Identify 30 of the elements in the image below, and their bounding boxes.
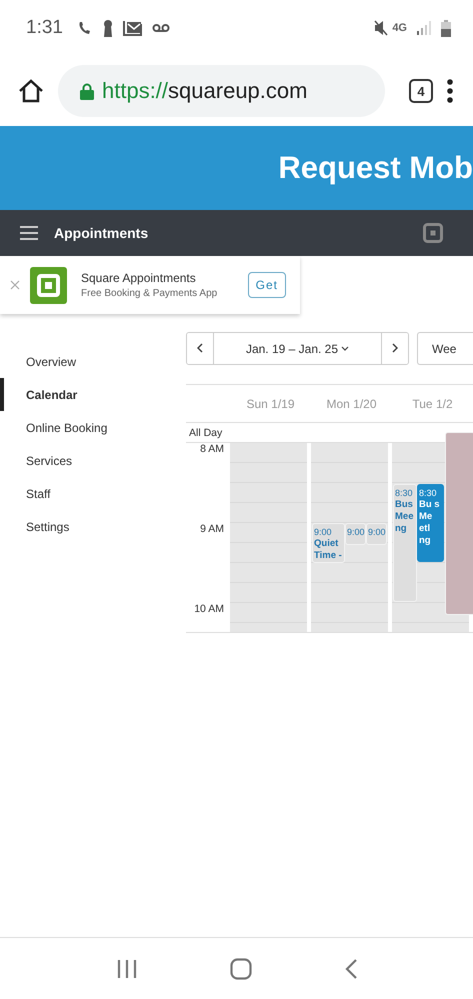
calendar-event[interactable]: 9:00: [345, 523, 366, 545]
calendar-event[interactable]: 9:00 Quiet Time -: [312, 523, 345, 563]
tab-count-button[interactable]: 4: [409, 79, 433, 103]
calendar-event[interactable]: 8:30 Bus Mee ng: [393, 484, 417, 602]
app-name: Square Appointments: [81, 271, 197, 285]
sidebar-item[interactable]: Settings: [0, 510, 186, 543]
sidebar-item[interactable]: Online Booking: [0, 411, 186, 444]
page-title: Request Mob: [278, 150, 473, 186]
calendar-event[interactable]: 9:00: [366, 523, 387, 545]
sidebar-item[interactable]: Staff: [0, 477, 186, 510]
sidebar-item[interactable]: Services: [0, 444, 186, 477]
nav-title: Appointments: [54, 225, 150, 241]
all-day-label: All Day: [189, 426, 222, 438]
sidebar-item[interactable]: Calendar: [0, 378, 186, 411]
hour-label: 10 AM: [194, 603, 224, 615]
hour-label: 8 AM: [200, 443, 224, 455]
day-header: Sun 1/19: [245, 396, 296, 410]
sidebar-item[interactable]: Overview: [0, 345, 186, 378]
url-text: https://squareup.com: [102, 78, 308, 104]
calendar-event[interactable]: 8:30 Bu s Me etl ng: [417, 484, 444, 562]
address-bar[interactable]: https://squareup.com: [58, 65, 385, 117]
network-label: 4G: [392, 22, 407, 34]
day-header: Mon 1/20: [325, 396, 378, 410]
view-select[interactable]: Wee: [417, 332, 473, 365]
clock-time: 1:31: [26, 17, 63, 39]
get-button[interactable]: Get: [248, 272, 286, 298]
app-subtitle: Free Booking & Payments App: [81, 288, 218, 299]
date-range-button[interactable]: Jan. 19 – Jan. 25: [213, 333, 382, 364]
day-header: Tue 1/2: [411, 396, 454, 410]
hour-label: 9 AM: [200, 523, 224, 535]
